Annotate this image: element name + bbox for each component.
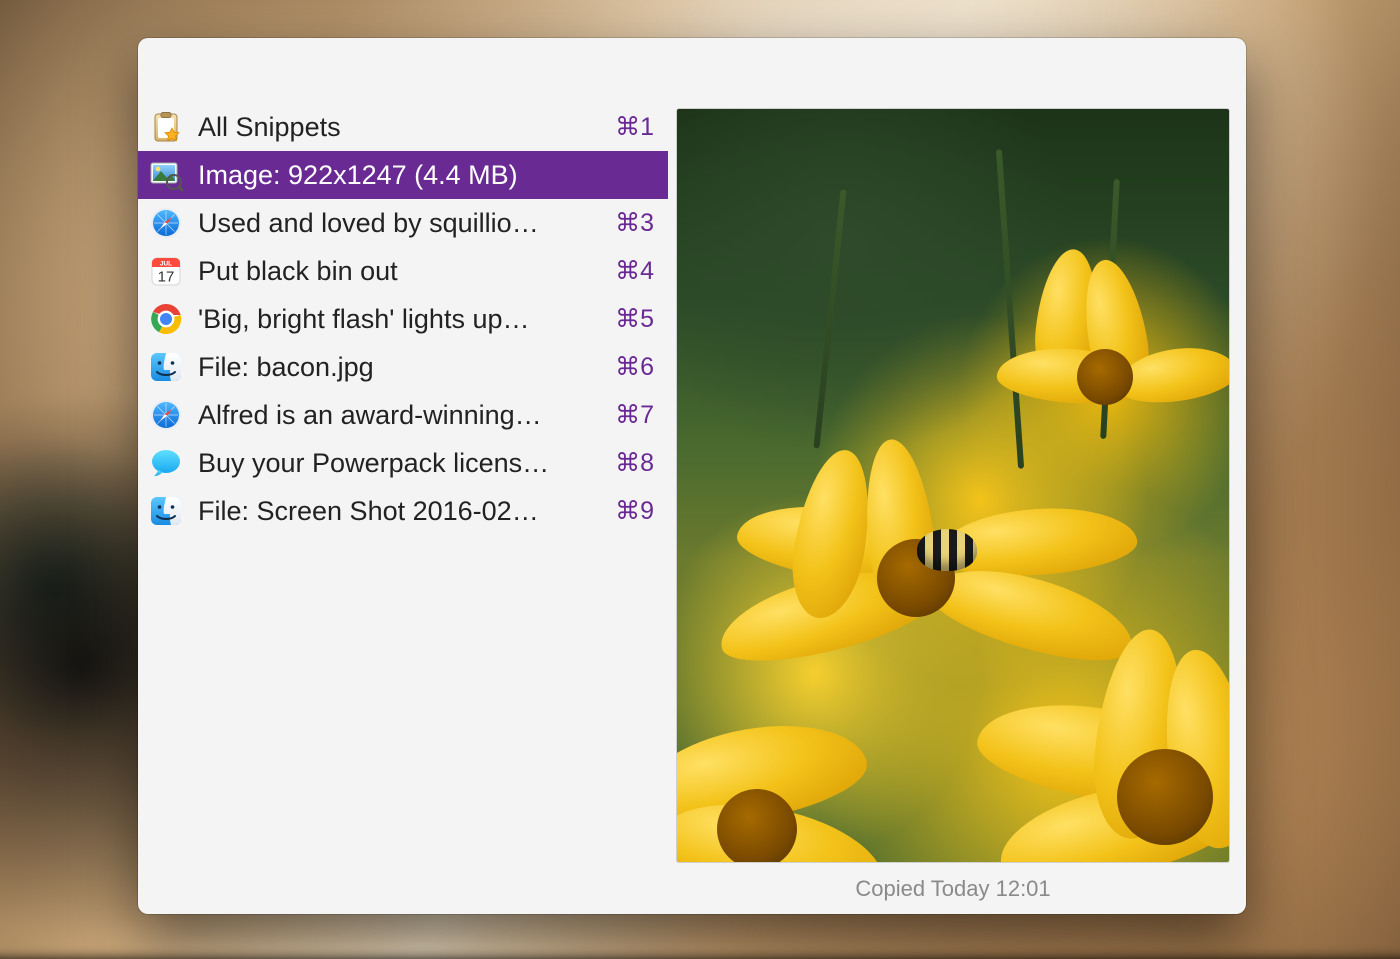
- finder-icon: [148, 349, 184, 385]
- safari-icon: [148, 397, 184, 433]
- clipboard-item-label: Image: 922x1247 (4.4 MB): [198, 160, 640, 191]
- clipboard-item[interactable]: Alfred is an award-winning… ⌘7: [138, 391, 668, 439]
- clipboard-star-icon: [148, 109, 184, 145]
- clipboard-item-shortcut: ⌘9: [615, 496, 654, 526]
- clipboard-item-shortcut: ⌘5: [615, 304, 654, 334]
- chrome-icon: [148, 301, 184, 337]
- clipboard-item-shortcut: ⌘3: [615, 208, 654, 238]
- clipboard-item-label: Put black bin out: [198, 256, 601, 287]
- clipboard-item-label: 'Big, bright flash' lights up…: [198, 304, 601, 335]
- clipboard-item[interactable]: Buy your Powerpack licens… ⌘8: [138, 439, 668, 487]
- clipboard-item-shortcut: ⌘6: [615, 352, 654, 382]
- clipboard-item[interactable]: Used and loved by squillio… ⌘3: [138, 199, 668, 247]
- clipboard-item-shortcut: ⌘7: [615, 400, 654, 430]
- preview-image: [677, 109, 1229, 862]
- clipboard-item[interactable]: File: bacon.jpg ⌘6: [138, 343, 668, 391]
- clipboard-item-shortcut: ⌘8: [615, 448, 654, 478]
- clipboard-item[interactable]: Image: 922x1247 (4.4 MB): [138, 151, 668, 199]
- clipboard-item-label: All Snippets: [198, 112, 601, 143]
- clipboard-item-label: File: Screen Shot 2016-02…: [198, 496, 601, 527]
- search-area: [138, 38, 1246, 101]
- calendar-icon: [148, 253, 184, 289]
- clipboard-item[interactable]: All Snippets ⌘1: [138, 103, 668, 151]
- preview-pane: Copied Today 12:01: [668, 101, 1246, 914]
- clipboard-item-label: Buy your Powerpack licens…: [198, 448, 601, 479]
- preview-app-icon: [148, 157, 184, 193]
- alfred-panel: All Snippets ⌘1 Image: 922x1247 (4.4 MB) Us…: [138, 38, 1246, 914]
- panel-body: All Snippets ⌘1 Image: 922x1247 (4.4 MB) Us…: [138, 101, 1246, 914]
- clipboard-item-shortcut: ⌘1: [615, 112, 654, 142]
- clipboard-item-label: Used and loved by squillio…: [198, 208, 601, 239]
- preview-caption: Copied Today 12:01: [855, 876, 1050, 902]
- search-input[interactable]: [158, 52, 1230, 93]
- clipboard-list: All Snippets ⌘1 Image: 922x1247 (4.4 MB) Us…: [138, 101, 668, 914]
- clipboard-item[interactable]: Put black bin out ⌘4: [138, 247, 668, 295]
- finder-icon: [148, 493, 184, 529]
- clipboard-item-label: File: bacon.jpg: [198, 352, 601, 383]
- messages-icon: [148, 445, 184, 481]
- clipboard-item[interactable]: File: Screen Shot 2016-02… ⌘9: [138, 487, 668, 535]
- bee-decoration: [917, 529, 977, 571]
- clipboard-item-shortcut: ⌘4: [615, 256, 654, 286]
- clipboard-item-label: Alfred is an award-winning…: [198, 400, 601, 431]
- clipboard-item[interactable]: 'Big, bright flash' lights up… ⌘5: [138, 295, 668, 343]
- safari-icon: [148, 205, 184, 241]
